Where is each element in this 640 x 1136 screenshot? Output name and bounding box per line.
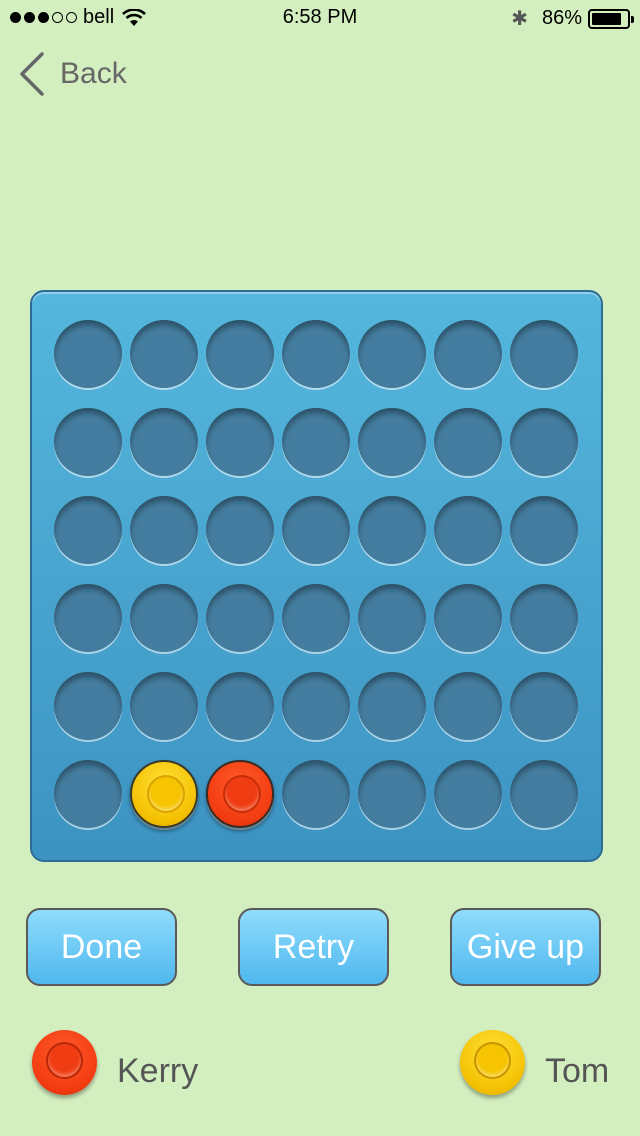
board-slot[interactable] [206, 672, 274, 740]
board-slot[interactable] [54, 320, 122, 388]
status-bar: bell 6:58 PM ✱ 86% [0, 0, 640, 36]
board-slot[interactable] [510, 760, 578, 828]
bluetooth-icon: ✱ [511, 8, 528, 30]
board-slot[interactable] [510, 496, 578, 564]
board-slot[interactable] [510, 584, 578, 652]
board-slot[interactable] [130, 672, 198, 740]
board-slot[interactable] [282, 320, 350, 388]
board-slot[interactable] [282, 408, 350, 476]
board-slot[interactable] [54, 672, 122, 740]
board-slot[interactable] [358, 584, 426, 652]
yellow-piece [130, 760, 198, 828]
board-slot[interactable] [130, 320, 198, 388]
red-piece-icon [32, 1030, 97, 1095]
board-slot[interactable] [434, 496, 502, 564]
game-board [30, 290, 603, 862]
board-slot[interactable] [358, 496, 426, 564]
board-slot[interactable] [206, 760, 274, 828]
done-button[interactable]: Done [26, 908, 177, 986]
board-slot[interactable] [434, 408, 502, 476]
board-slot[interactable] [434, 584, 502, 652]
board-slot[interactable] [282, 496, 350, 564]
board-slot[interactable] [358, 672, 426, 740]
board-slot[interactable] [206, 496, 274, 564]
red-piece [206, 760, 274, 828]
battery-icon [588, 8, 634, 29]
back-button[interactable]: Back [18, 52, 127, 96]
battery-percent: 86% [541, 7, 582, 29]
board-slot[interactable] [510, 408, 578, 476]
board-slot[interactable] [54, 760, 122, 828]
board-slot[interactable] [54, 408, 122, 476]
board-slot[interactable] [434, 320, 502, 388]
board-grid [54, 320, 578, 828]
board-slot[interactable] [282, 584, 350, 652]
chevron-left-icon [20, 52, 44, 96]
board-slot[interactable] [206, 408, 274, 476]
board-slot[interactable] [358, 320, 426, 388]
player-tom: Tom [460, 1030, 609, 1095]
board-slot[interactable] [130, 408, 198, 476]
board-slot[interactable] [510, 320, 578, 388]
give-up-button[interactable]: Give up [450, 908, 601, 986]
board-slot[interactable] [130, 760, 198, 828]
board-slot[interactable] [54, 584, 122, 652]
back-label: Back [60, 57, 127, 90]
board-slot[interactable] [206, 320, 274, 388]
board-slot[interactable] [130, 496, 198, 564]
retry-button[interactable]: Retry [238, 908, 389, 986]
board-slot[interactable] [282, 672, 350, 740]
status-right: ✱ 86% [511, 6, 634, 31]
board-slot[interactable] [206, 584, 274, 652]
yellow-piece-icon [460, 1030, 525, 1095]
board-slot[interactable] [54, 496, 122, 564]
board-slot[interactable] [130, 584, 198, 652]
board-slot[interactable] [358, 760, 426, 828]
player-name: Tom [545, 1052, 610, 1090]
board-slot[interactable] [510, 672, 578, 740]
player-name: Kerry [117, 1052, 199, 1090]
board-slot[interactable] [282, 760, 350, 828]
player-kerry: Kerry [32, 1030, 198, 1095]
battery-fill [592, 12, 622, 25]
board-slot[interactable] [434, 672, 502, 740]
board-slot[interactable] [358, 408, 426, 476]
board-slot[interactable] [434, 760, 502, 828]
